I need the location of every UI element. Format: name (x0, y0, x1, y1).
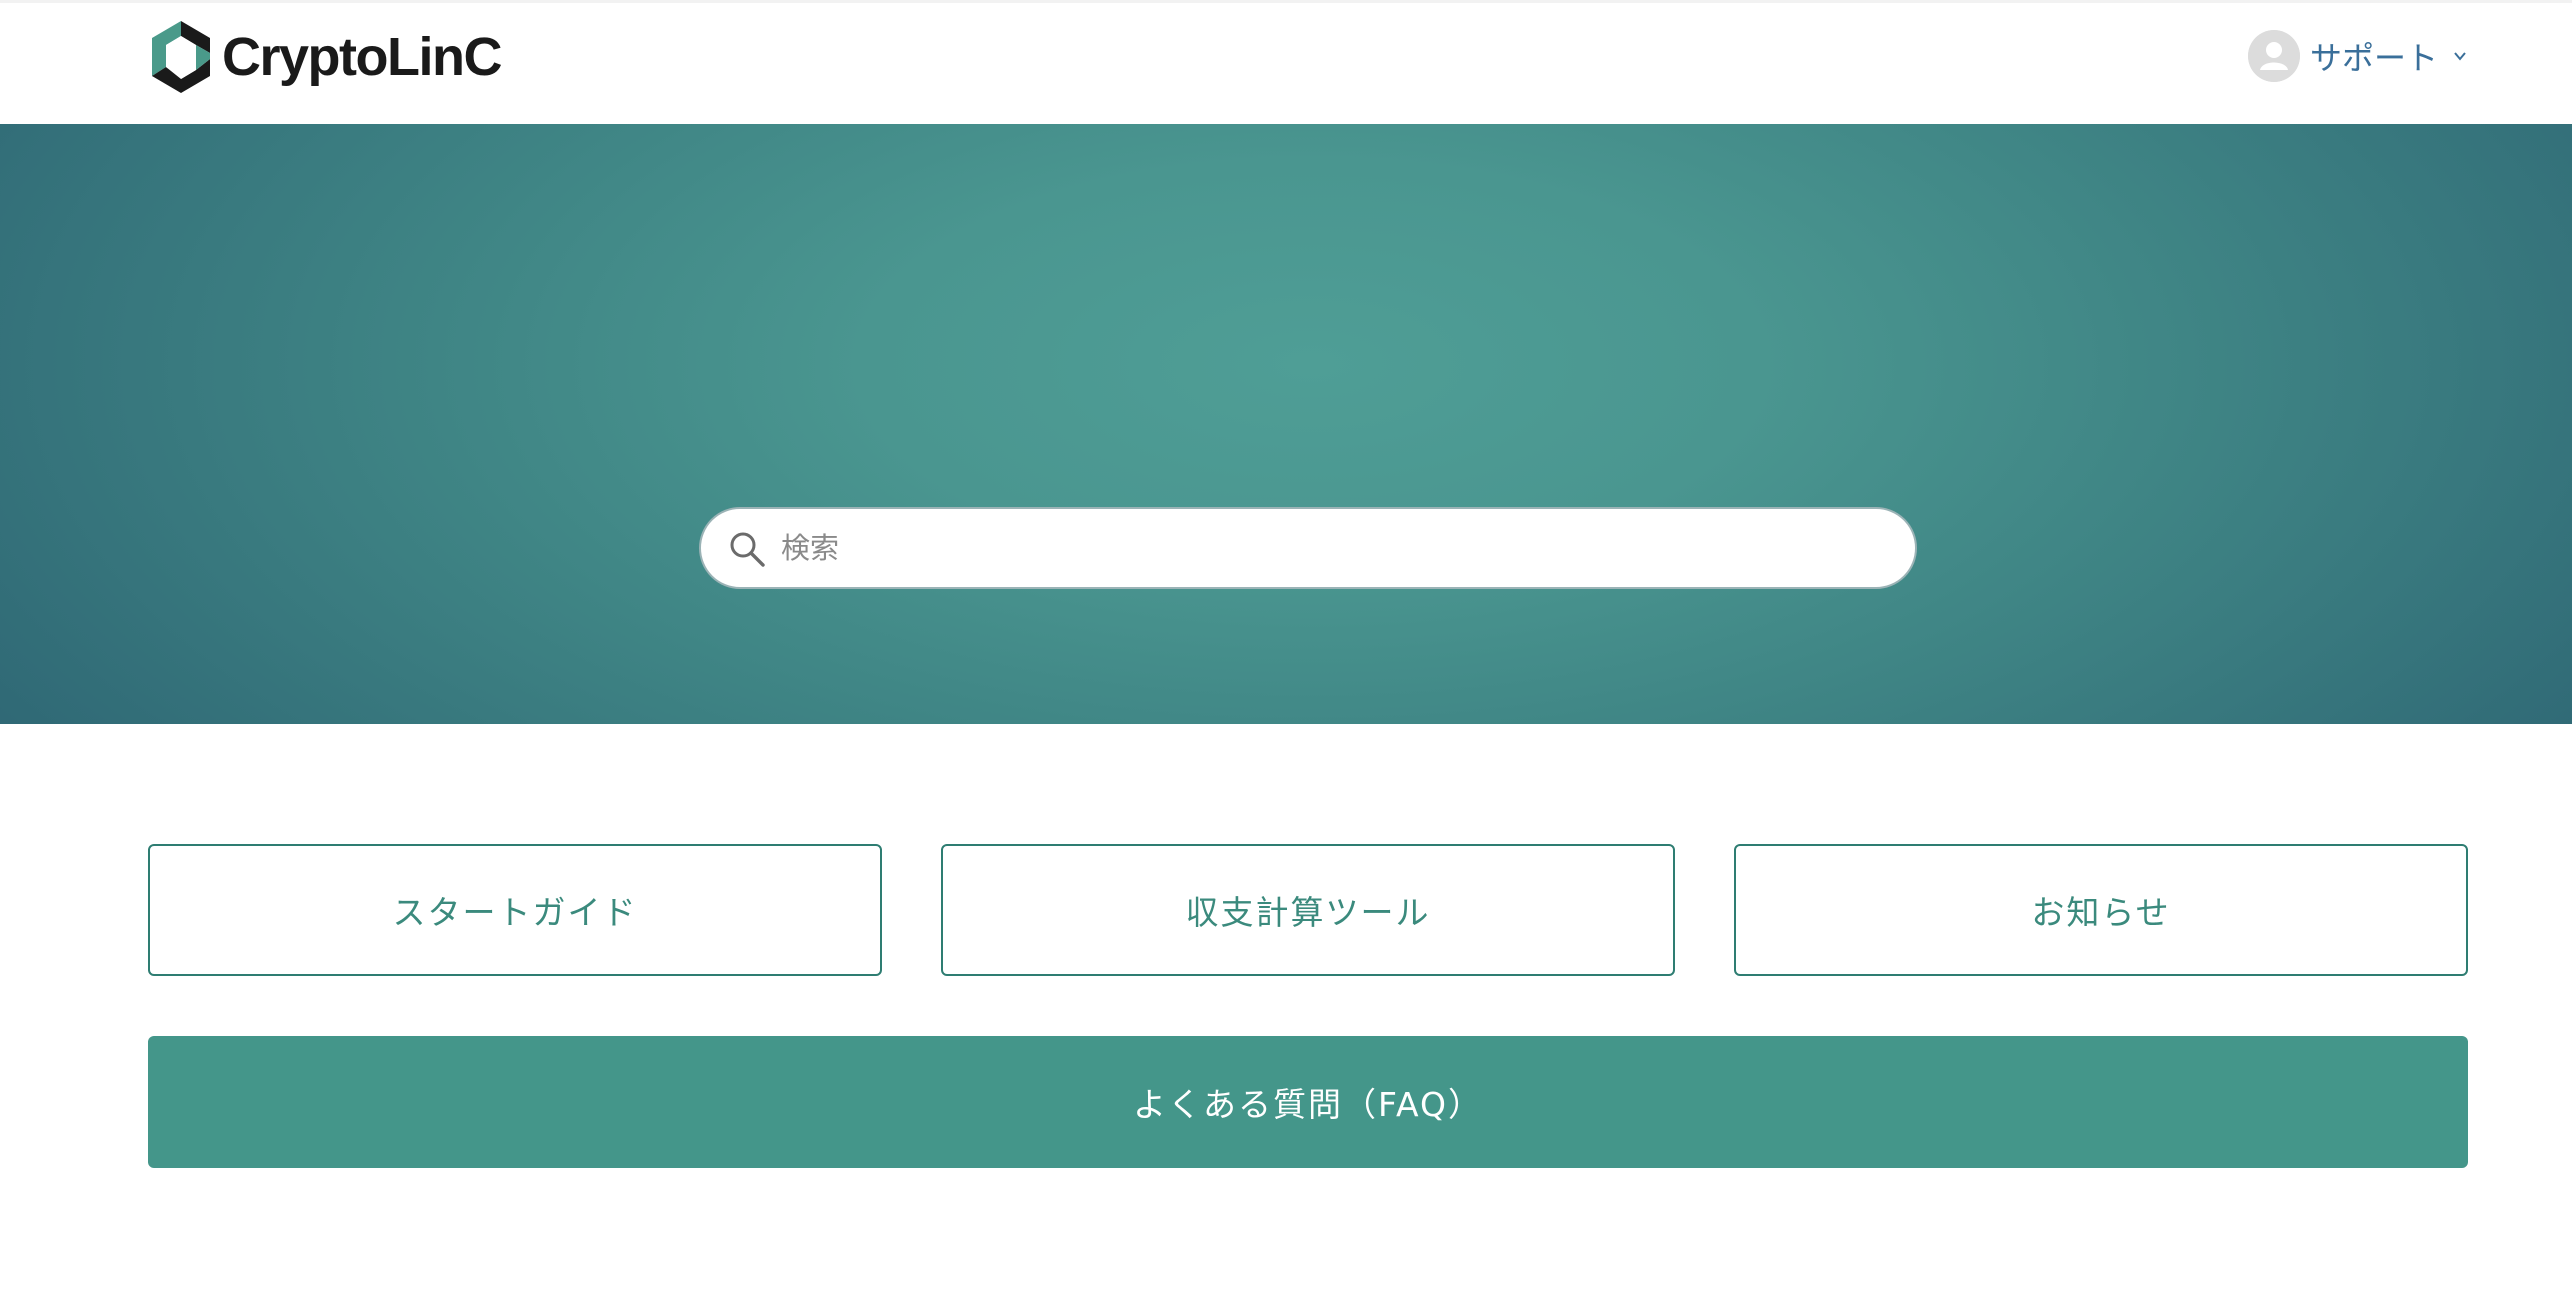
cryptolinc-hexagon-logo-icon (152, 21, 210, 93)
support-user-menu[interactable]: サポート (2247, 29, 2468, 83)
chevron-down-icon (2454, 52, 2466, 61)
home-logo-link[interactable]: CryptoLinC (146, 17, 502, 97)
search-icon (730, 532, 765, 567)
logo-text: CryptoLinC (222, 27, 502, 87)
search-box (699, 507, 1917, 589)
faq-button[interactable]: よくある質問（FAQ） (148, 1036, 2468, 1168)
site-header: CryptoLinC サポート (0, 0, 2572, 124)
search-input[interactable] (781, 517, 1891, 579)
user-avatar-icon (2247, 30, 2300, 82)
hero-search-banner (0, 124, 2572, 724)
announcements-button[interactable]: お知らせ (1734, 844, 2468, 976)
support-menu-label: サポート (2309, 39, 2438, 77)
income-calculator-button[interactable]: 収支計算ツール (941, 844, 1675, 976)
start-guide-button[interactable]: スタートガイド (148, 844, 882, 976)
